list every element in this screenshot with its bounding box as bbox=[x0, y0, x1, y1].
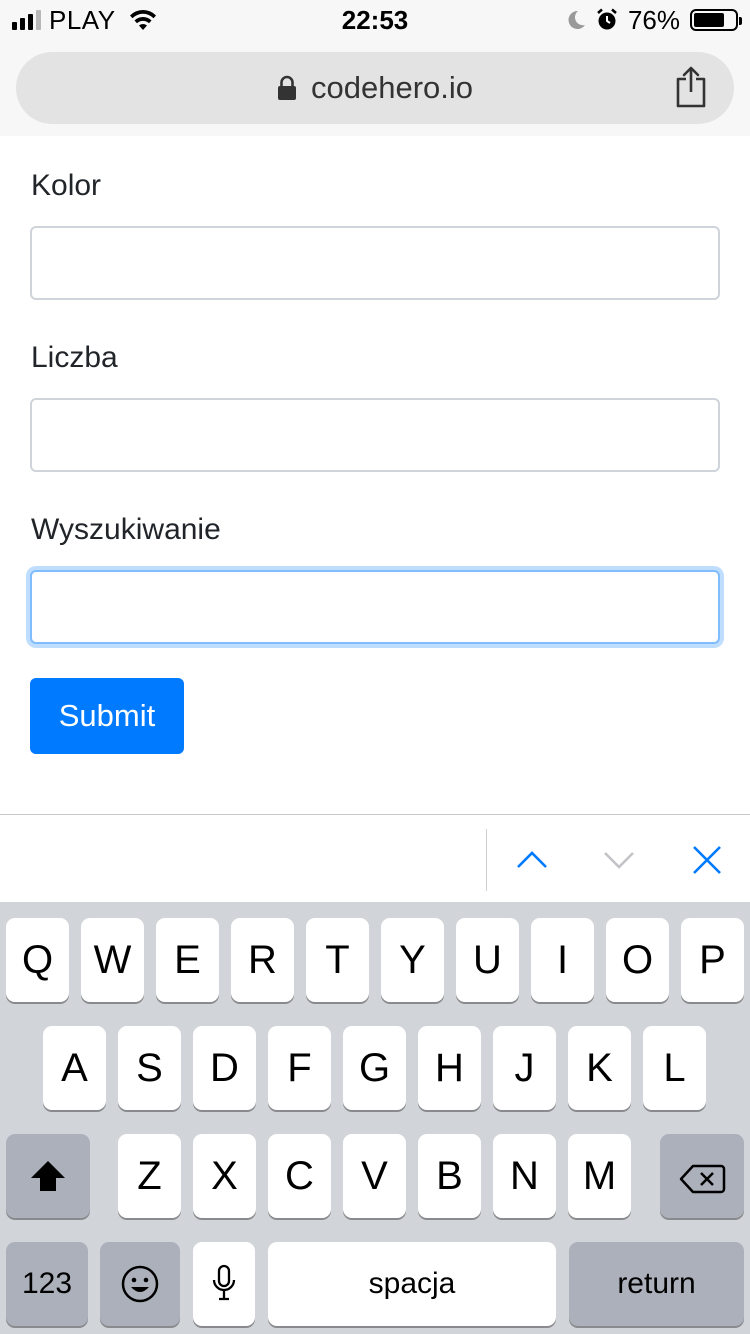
status-bar: PLAY 22:53 76% bbox=[0, 0, 750, 40]
wyszukiwanie-input[interactable] bbox=[30, 570, 720, 644]
key-q[interactable]: Q bbox=[6, 918, 69, 1002]
key-x[interactable]: X bbox=[193, 1134, 256, 1218]
key-m[interactable]: M bbox=[568, 1134, 631, 1218]
keyboard-accessory-bar bbox=[0, 814, 750, 903]
dictation-key[interactable] bbox=[193, 1242, 255, 1326]
key-a[interactable]: A bbox=[43, 1026, 106, 1110]
key-s[interactable]: S bbox=[118, 1026, 181, 1110]
key-p[interactable]: P bbox=[681, 918, 744, 1002]
microphone-icon bbox=[210, 1264, 238, 1304]
numbers-key[interactable]: 123 bbox=[6, 1242, 88, 1326]
backspace-icon bbox=[678, 1160, 726, 1194]
shift-key[interactable] bbox=[6, 1134, 90, 1218]
liczba-label: Liczba bbox=[31, 341, 118, 374]
battery-level-fill bbox=[694, 13, 725, 27]
key-v[interactable]: V bbox=[343, 1134, 406, 1218]
accessory-divider bbox=[486, 829, 487, 891]
liczba-input[interactable] bbox=[30, 398, 720, 472]
key-h[interactable]: H bbox=[418, 1026, 481, 1110]
space-key[interactable]: spacja bbox=[268, 1242, 556, 1326]
kolor-label: Kolor bbox=[31, 169, 102, 202]
key-e[interactable]: E bbox=[156, 918, 219, 1002]
key-y[interactable]: Y bbox=[381, 918, 444, 1002]
return-key[interactable]: return bbox=[569, 1242, 744, 1326]
key-w[interactable]: W bbox=[81, 918, 144, 1002]
key-d[interactable]: D bbox=[193, 1026, 256, 1110]
submit-button[interactable]: Submit bbox=[30, 678, 184, 754]
key-z[interactable]: Z bbox=[118, 1134, 181, 1218]
lock-icon bbox=[277, 75, 297, 101]
shift-icon bbox=[28, 1158, 68, 1194]
chevron-down-icon[interactable] bbox=[601, 843, 637, 877]
key-r[interactable]: R bbox=[231, 918, 294, 1002]
close-icon[interactable] bbox=[689, 843, 725, 877]
key-o[interactable]: O bbox=[606, 918, 669, 1002]
delete-key[interactable] bbox=[660, 1134, 744, 1218]
wyszukiwanie-label: Wyszukiwanie bbox=[31, 513, 221, 546]
address-bar[interactable]: codehero.io bbox=[16, 52, 734, 124]
moon-icon bbox=[566, 9, 586, 31]
keyboard: QWERTYUIOP ASDFGHJKL ZXCVBNM 123 spacja … bbox=[0, 902, 750, 1334]
battery-percent: 76% bbox=[627, 4, 680, 35]
key-b[interactable]: B bbox=[418, 1134, 481, 1218]
key-g[interactable]: G bbox=[343, 1026, 406, 1110]
emoji-icon bbox=[120, 1264, 160, 1304]
alarm-icon bbox=[596, 8, 618, 32]
key-k[interactable]: K bbox=[568, 1026, 631, 1110]
key-c[interactable]: C bbox=[268, 1134, 331, 1218]
key-j[interactable]: J bbox=[493, 1026, 556, 1110]
key-t[interactable]: T bbox=[306, 918, 369, 1002]
key-f[interactable]: F bbox=[268, 1026, 331, 1110]
key-n[interactable]: N bbox=[493, 1134, 556, 1218]
browser-toolbar: codehero.io bbox=[0, 40, 750, 136]
key-l[interactable]: L bbox=[643, 1026, 706, 1110]
status-right: 76% bbox=[566, 4, 742, 35]
kolor-input[interactable] bbox=[30, 226, 720, 300]
url-text: codehero.io bbox=[310, 70, 473, 105]
emoji-key[interactable] bbox=[100, 1242, 180, 1326]
key-u[interactable]: U bbox=[456, 918, 519, 1002]
battery-icon bbox=[690, 9, 742, 31]
key-i[interactable]: I bbox=[531, 918, 594, 1002]
address-content: codehero.io bbox=[16, 52, 734, 124]
chevron-up-icon[interactable] bbox=[514, 843, 550, 877]
share-icon[interactable] bbox=[674, 66, 708, 108]
